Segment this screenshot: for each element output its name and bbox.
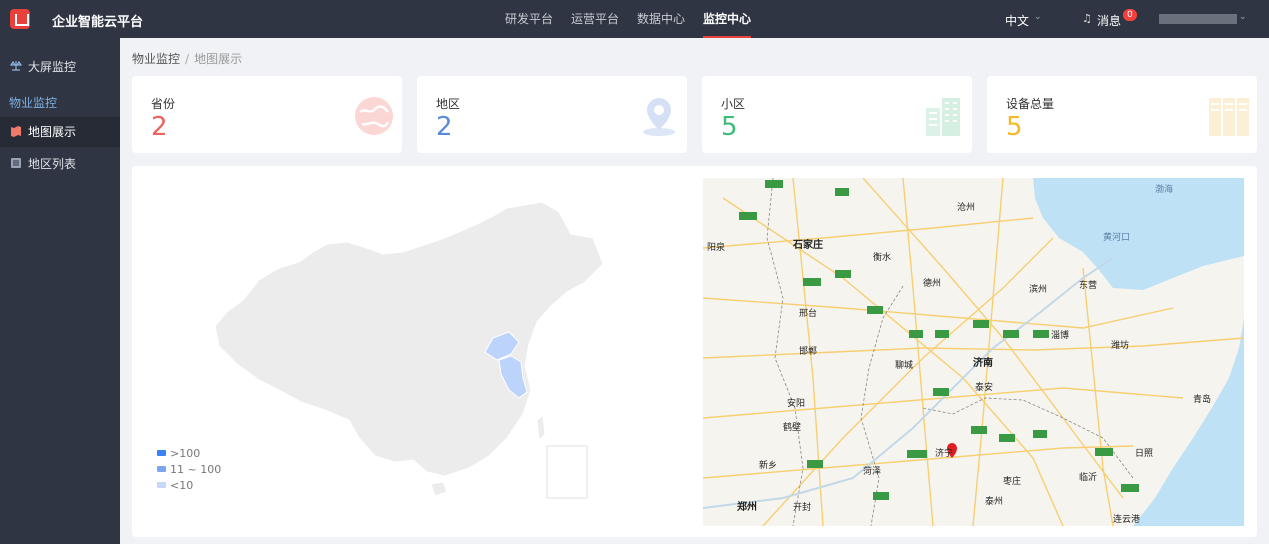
map-legend: >100 11 ~ 100 <10 (157, 446, 221, 494)
chevron-down-icon[interactable]: ⌄ (1239, 12, 1247, 22)
breadcrumb-current: 地图展示 (194, 52, 243, 66)
china-map-hainan[interactable] (430, 481, 448, 497)
top-bar: 企业智能云平台 研发平台 运营平台 数据中心 监控中心 中文 ⌄ ♫ 消息 0 … (0, 0, 1269, 38)
sidebar: 大屏监控 物业监控 地图展示 地区列表 (0, 38, 120, 544)
city-label: 聊城 (895, 361, 914, 371)
city-label: 鹤壁 (783, 423, 802, 433)
legend-swatch (157, 482, 166, 488)
city-label: 连云港 (1113, 515, 1141, 525)
message-count-badge: 0 (1123, 9, 1137, 21)
city-label: 济南 (973, 358, 993, 369)
sidebar-item-label: 地区列表 (28, 157, 77, 171)
sidebar-item-label: 大屏监控 (28, 60, 77, 74)
city-label: 阳泉 (707, 243, 726, 253)
city-label: 泰安 (975, 383, 994, 393)
app-logo-icon[interactable] (10, 9, 30, 29)
balance-icon (10, 60, 22, 71)
globe-icon (355, 97, 393, 135)
stat-label: 小区 (721, 97, 746, 111)
bell-icon[interactable]: ♫ (1082, 12, 1092, 25)
sidebar-item-dashboard[interactable]: 大屏监控 (0, 52, 120, 82)
city-label: 东营 (1079, 281, 1098, 291)
city-label: 青岛 (1193, 395, 1212, 405)
city-label: 德州 (923, 279, 942, 289)
china-map-south-sea-inset (546, 445, 588, 499)
city-label: 沧州 (957, 203, 976, 213)
city-label: 安阳 (787, 399, 806, 409)
detail-map[interactable]: 石家庄 济南 郑州 黄河口 渤海 泰安 邢台 邯郸 聊城 德州 衡水 沧州 滨州… (703, 178, 1244, 526)
map-icon (11, 126, 21, 137)
city-label: 潍坊 (1111, 341, 1130, 351)
sidebar-item-region-list[interactable]: 地区列表 (0, 149, 120, 179)
nav-item-operations[interactable]: 运营平台 (571, 0, 619, 38)
detail-map-canvas (703, 178, 1244, 526)
city-label: 泰州 (985, 497, 1004, 507)
city-label: 渤海 (1155, 185, 1174, 195)
city-label: 邯郸 (799, 347, 818, 357)
legend-item[interactable]: <10 (157, 478, 221, 494)
legend-label: <10 (170, 479, 194, 492)
server-rack-icon (1209, 98, 1249, 136)
legend-swatch (157, 450, 166, 456)
stat-value: 5 (721, 112, 738, 142)
stat-value: 2 (436, 112, 453, 142)
map-panel: >100 11 ~ 100 <10 石家庄 济南 郑州 黄河口 渤海 泰安 邢台… (132, 166, 1257, 537)
language-selector[interactable]: 中文 (1005, 12, 1029, 29)
nav-item-data-center[interactable]: 数据中心 (637, 0, 685, 38)
legend-item[interactable]: >100 (157, 446, 221, 462)
stat-label: 省份 (151, 97, 176, 111)
main-nav: 研发平台 运营平台 数据中心 监控中心 (505, 0, 769, 38)
city-label: 枣庄 (1003, 477, 1022, 487)
city-label: 新乡 (759, 461, 778, 471)
city-label: 郑州 (737, 502, 757, 513)
china-map[interactable] (207, 194, 627, 504)
bohai-sea (1033, 178, 1244, 290)
city-label: 邢台 (799, 309, 818, 319)
yellow-sea (1133, 318, 1244, 526)
city-label: 石家庄 (793, 240, 823, 251)
sidebar-group-label: 物业监控 (9, 96, 58, 110)
china-map-taiwan[interactable] (536, 415, 546, 442)
legend-label: >100 (170, 447, 201, 460)
city-label: 滨州 (1029, 285, 1048, 295)
stat-card-communities: 小区 5 (702, 76, 972, 153)
stat-card-regions: 地区 2 (417, 76, 687, 153)
nav-item-monitor-center[interactable]: 监控中心 (703, 0, 752, 38)
nav-item-rd[interactable]: 研发平台 (505, 0, 553, 38)
breadcrumb-parent[interactable]: 物业监控 (132, 52, 180, 66)
stat-value: 2 (151, 112, 168, 142)
sidebar-item-label: 地图展示 (28, 125, 77, 139)
stat-card-devices: 设备总量 5 (987, 76, 1257, 153)
city-label: 黄河口 (1103, 233, 1131, 243)
chevron-down-icon[interactable]: ⌄ (1034, 12, 1042, 22)
building-icon (926, 98, 960, 136)
location-pin-icon (643, 98, 675, 136)
messages-link[interactable]: 消息 (1097, 12, 1121, 29)
city-label: 临沂 (1079, 473, 1098, 483)
city-label: 衡水 (873, 253, 892, 263)
breadcrumb-separator: / (185, 52, 190, 66)
list-icon (11, 158, 21, 168)
city-label: 济宁 (935, 449, 954, 459)
city-label: 开封 (793, 503, 812, 513)
legend-swatch (157, 466, 166, 472)
sidebar-item-map[interactable]: 地图展示 (0, 117, 120, 147)
stat-value: 5 (1006, 112, 1023, 142)
city-label: 淄博 (1051, 331, 1070, 341)
stat-card-provinces: 省份 2 (132, 76, 402, 153)
city-label: 菏泽 (863, 467, 882, 477)
city-label: 日照 (1135, 449, 1154, 459)
user-name-redacted[interactable] (1159, 14, 1237, 24)
stat-label: 设备总量 (1006, 97, 1055, 111)
legend-item[interactable]: 11 ~ 100 (157, 462, 221, 478)
legend-label: 11 ~ 100 (170, 463, 222, 476)
stat-label: 地区 (436, 97, 461, 111)
app-title[interactable]: 企业智能云平台 (52, 11, 143, 30)
breadcrumb: 物业监控 / 地图展示 (132, 50, 242, 67)
